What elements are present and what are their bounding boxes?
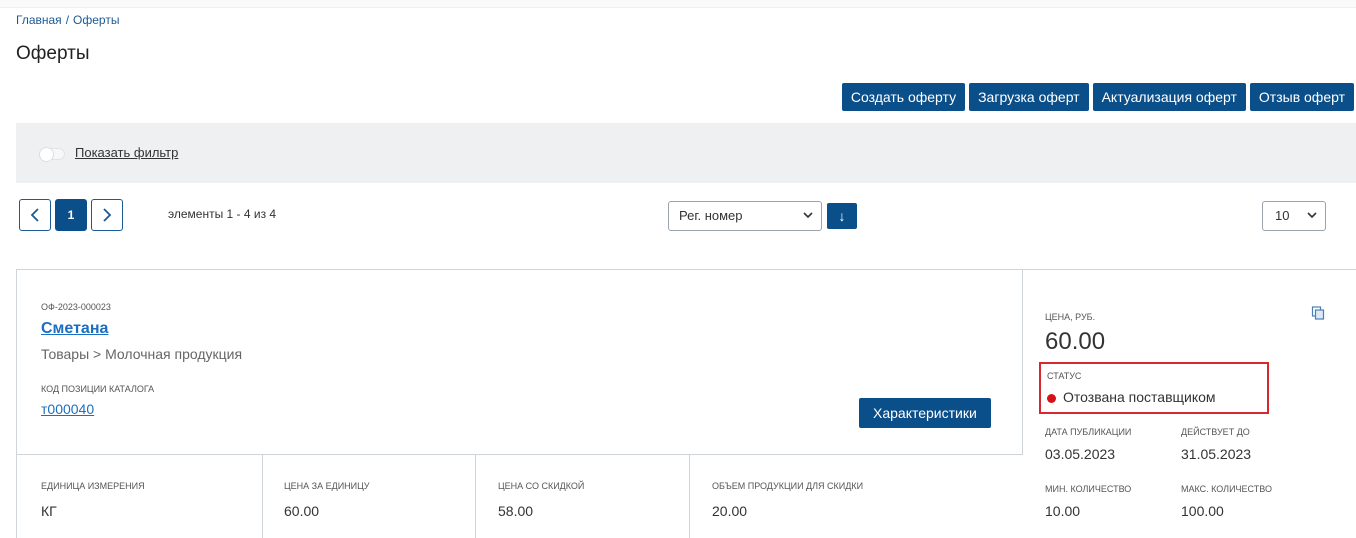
valid-until-value: 31.05.2023 [1181, 446, 1252, 462]
toggle-knob [39, 147, 54, 162]
next-page-button[interactable] [91, 199, 123, 231]
discount-volume-label: Объем продукции для скидки [712, 481, 864, 491]
chevron-down-icon [1307, 202, 1317, 240]
product-name-link[interactable]: Сметана [41, 320, 108, 338]
breadcrumb-current: Оферты [73, 13, 120, 27]
offer-reg-number: ОФ-2023-000023 [41, 302, 111, 312]
pagination: 1 [19, 199, 123, 231]
catalog-code-label: Код позиции каталога [41, 384, 155, 394]
unit-price-value: 60.00 [284, 503, 320, 519]
copy-icon[interactable] [1311, 306, 1325, 320]
discount-volume-value: 20.00 [712, 503, 748, 519]
column-divider [262, 455, 263, 538]
min-qty-value: 10.00 [1045, 503, 1081, 519]
per-page-value: 10 [1275, 208, 1290, 223]
pagination-info: элементы 1 - 4 из 4 [168, 207, 277, 221]
breadcrumb: Главная / Оферты [16, 13, 119, 27]
offer-card: ОФ-2023-000023 Сметана Товары > Молочная… [16, 269, 1356, 538]
max-qty-label: Макс. количество [1181, 484, 1272, 494]
published-value: 03.05.2023 [1045, 446, 1116, 462]
withdraw-offers-button[interactable]: Отзыв оферт [1249, 83, 1354, 111]
filter-toggle[interactable] [39, 147, 65, 162]
catalog-code-link[interactable]: т000040 [41, 401, 94, 417]
offer-details-row: Единица измерения КГ Цена за единицу 60.… [16, 455, 1023, 538]
valid-until-label: Действует до [1181, 427, 1250, 437]
discount-price-value: 58.00 [498, 503, 534, 519]
page-title: Оферты [16, 43, 90, 64]
prev-page-button[interactable] [19, 199, 51, 231]
chevron-left-icon [30, 208, 39, 222]
show-filter-link[interactable]: Показать фильтр [75, 145, 178, 160]
status-highlight-box: Статус Отозвана поставщиком [1039, 362, 1269, 414]
actualize-offers-button[interactable]: Актуализация оферт [1092, 83, 1246, 111]
upload-offers-button[interactable]: Загрузка оферт [969, 83, 1089, 111]
published-label: Дата публикации [1045, 427, 1132, 437]
chevron-down-icon [803, 202, 813, 240]
price-label: Цена, руб. [1045, 312, 1096, 322]
min-qty-label: Мин. количество [1045, 484, 1132, 494]
create-offer-button[interactable]: Создать оферту [841, 83, 966, 111]
page-1-button[interactable]: 1 [55, 199, 87, 231]
unit-value: КГ [41, 503, 57, 519]
max-qty-value: 100.00 [1181, 503, 1224, 519]
category-path: Товары > Молочная продукция [41, 346, 243, 362]
characteristics-button[interactable]: Характеристики [859, 398, 991, 428]
offer-main-section: ОФ-2023-000023 Сметана Товары > Молочная… [16, 270, 1023, 455]
sort-direction-button[interactable]: ↓ [827, 203, 857, 229]
top-strip [0, 0, 1356, 8]
discount-price-label: Цена со скидкой [498, 481, 585, 491]
status-dot-icon [1047, 394, 1056, 403]
per-page-select[interactable]: 10 [1262, 201, 1326, 231]
offer-side-panel: Цена, руб. 60.00 Статус Отозвана поставщ… [1023, 270, 1356, 538]
breadcrumb-separator: / [65, 13, 70, 27]
chevron-right-icon [103, 208, 112, 222]
filter-bar: Показать фильтр [16, 123, 1356, 183]
arrow-down-icon: ↓ [838, 208, 846, 224]
action-toolbar: Создать оферту Загрузка оферт Актуализац… [841, 83, 1354, 111]
unit-price-label: Цена за единицу [284, 481, 370, 491]
column-divider [689, 455, 690, 538]
unit-label: Единица измерения [41, 481, 145, 491]
breadcrumb-home-link[interactable]: Главная [16, 13, 62, 27]
sort-field-select[interactable]: Рег. номер [668, 201, 822, 231]
column-divider [475, 455, 476, 538]
sort-field-value: Рег. номер [679, 208, 743, 223]
status-label: Статус [1047, 371, 1082, 381]
price-value: 60.00 [1045, 328, 1106, 355]
status-value: Отозвана поставщиком [1063, 389, 1216, 405]
